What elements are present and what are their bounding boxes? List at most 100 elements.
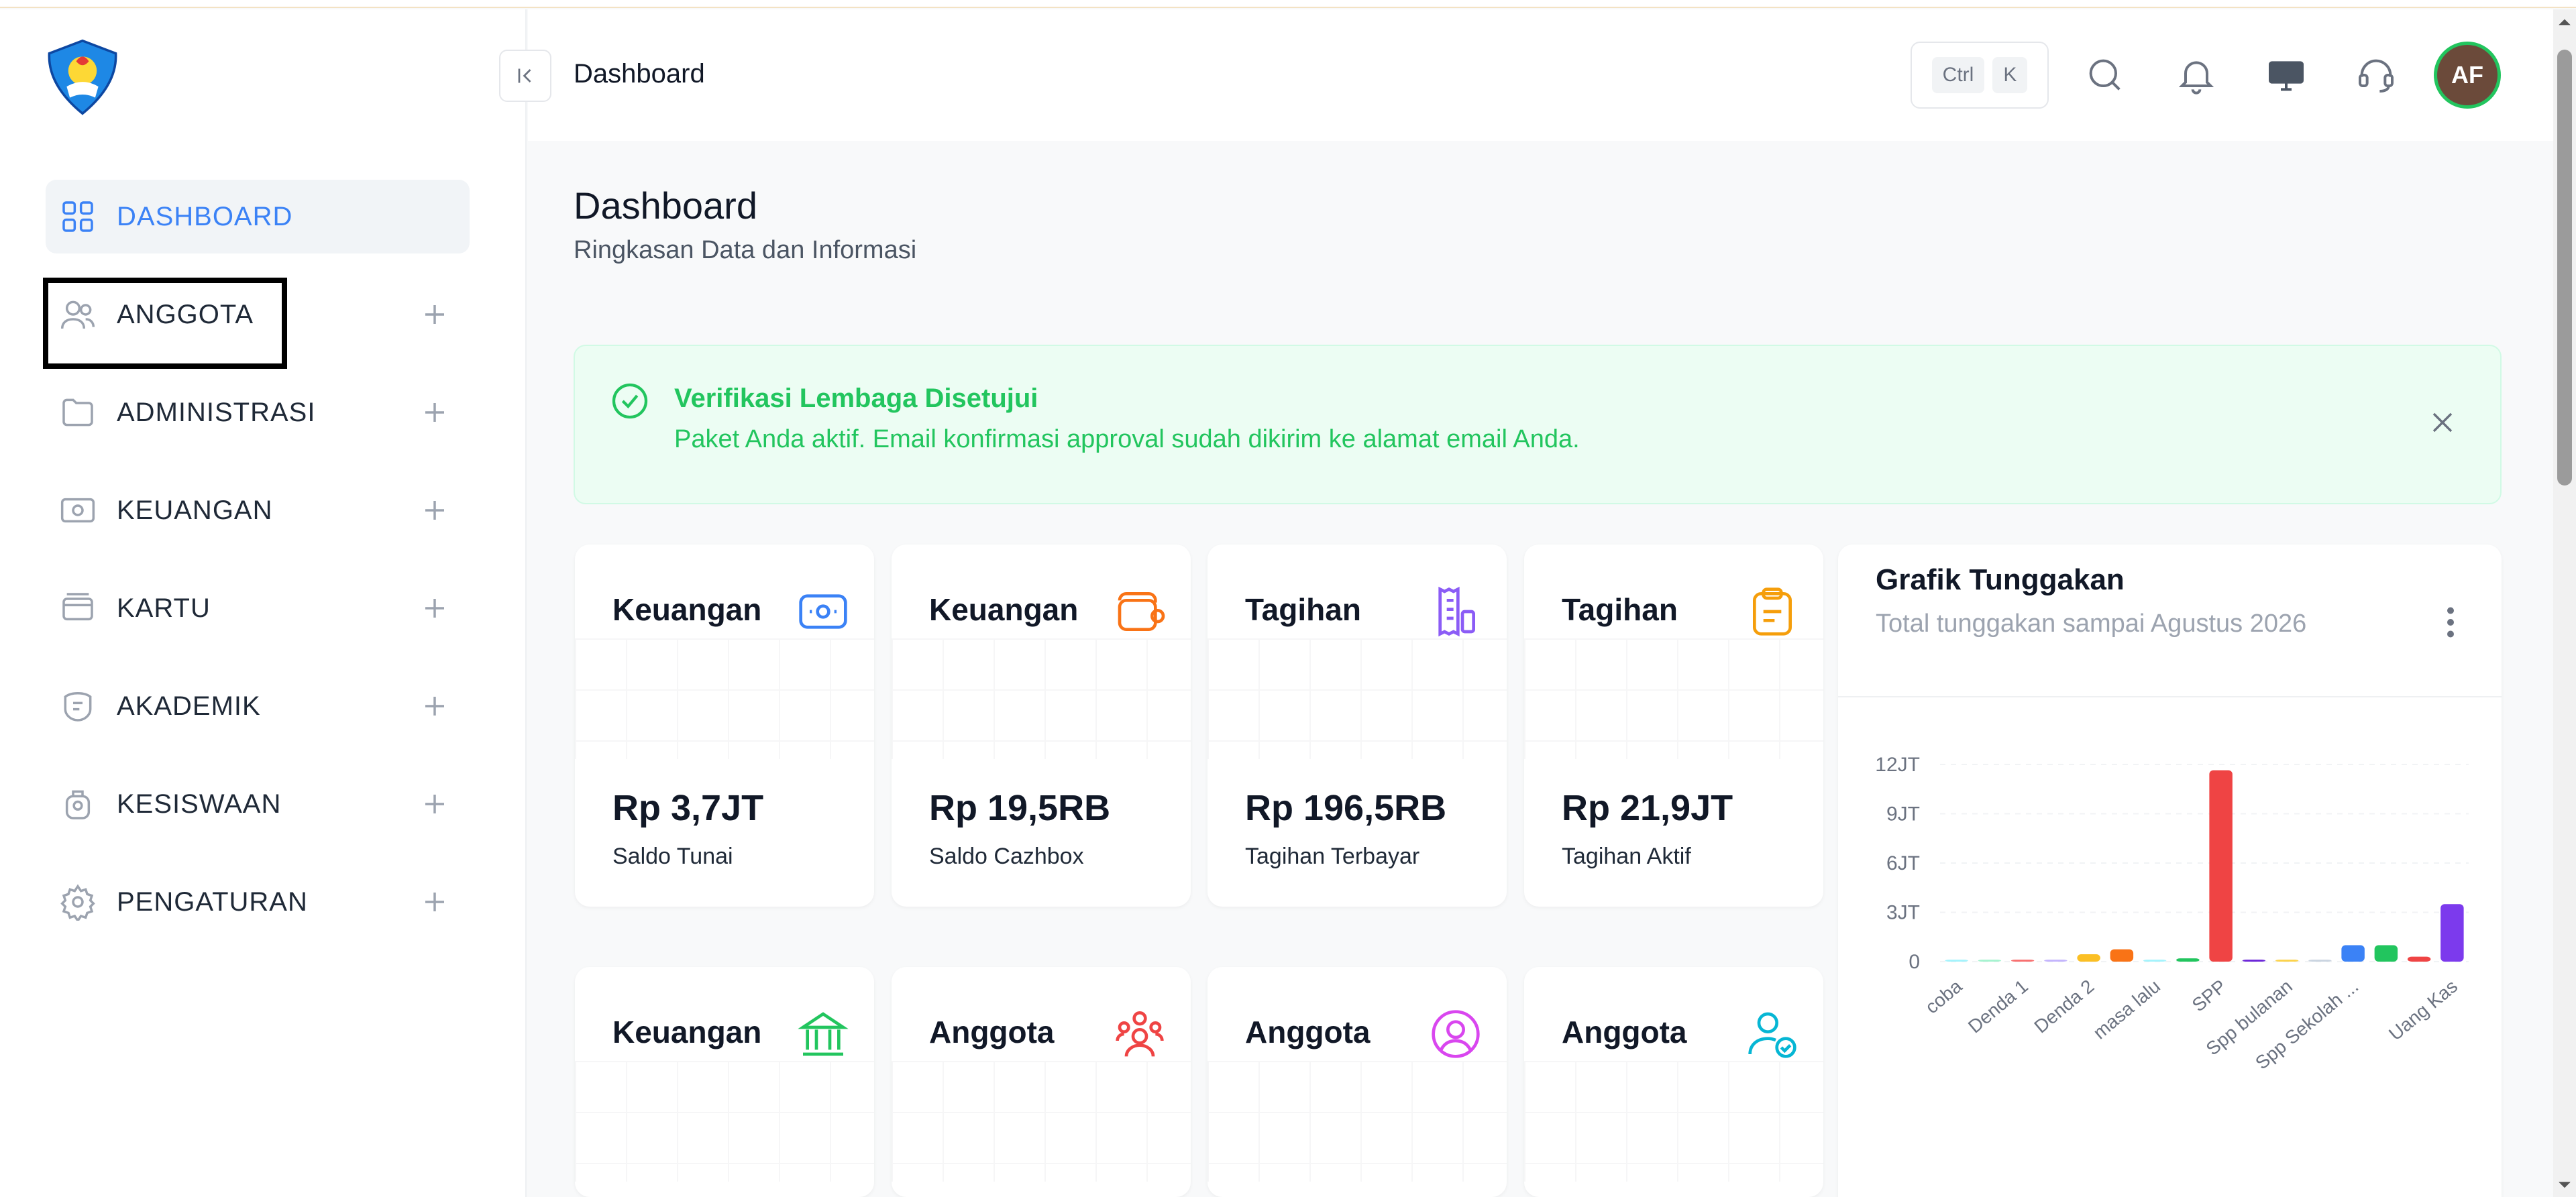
chart-bar[interactable] [2143,960,2167,962]
y-tick-label: 3JT [1886,902,1920,924]
sidebar-item-label: ADMINISTRASI [117,397,316,427]
sidebar-item-dashboard[interactable]: DASHBOARD [46,180,470,253]
expand-plus-icon[interactable] [416,883,453,921]
search-icon[interactable] [2084,54,2127,97]
gear-icon [60,884,95,921]
tut-wuri-handayani-logo[interactable] [43,38,122,117]
stat-card-tagihan-aktif[interactable]: Tagihan Rp 21,9JT Tagihan Aktif [1524,545,1823,907]
card-label: Tagihan Aktif [1562,844,1691,869]
card-pattern [1524,638,1823,759]
sidebar-item-label: KESISWAAN [117,789,282,819]
chart-bar[interactable] [2341,945,2365,962]
card-value: Rp 196,5RB [1245,788,1447,828]
expand-plus-icon[interactable] [416,394,453,431]
card-pattern [575,1061,874,1182]
card-value: Rp 21,9JT [1562,788,1733,828]
expand-plus-icon[interactable] [416,785,453,823]
chart-bar[interactable] [2407,956,2431,962]
stat-card-saldo-tunai[interactable]: Keuangan Rp 3,7JT Saldo Tunai [575,545,874,907]
page-scrollbar[interactable] [2553,9,2576,1197]
more-vertical-icon[interactable] [2437,602,2464,642]
chart-bar[interactable] [2110,949,2134,962]
user-circle-icon [1432,1010,1480,1058]
chart-bar[interactable] [2077,954,2100,962]
bell-icon[interactable] [2175,54,2218,97]
chart-subtitle: Total tunggakan sampai Agustus 2026 [1876,610,2307,638]
card-title: Tagihan [1245,592,1361,627]
command-palette-shortcut[interactable]: Ctrl K [1911,42,2049,109]
chart-bar[interactable] [2010,960,2035,962]
scroll-down-arrow-icon[interactable] [2557,1178,2572,1192]
headset-support-icon[interactable] [2355,54,2398,97]
chart-bar[interactable] [1978,960,2002,962]
scrollbar-thumb[interactable] [2557,50,2572,486]
card-pattern [1208,638,1507,759]
user-check-icon [1748,1012,1796,1058]
stat-card-anggota-check[interactable]: Anggota [1524,967,1823,1197]
chart-bar[interactable] [2308,960,2332,962]
sidebar-item-administrasi[interactable]: ADMINISTRASI [46,376,470,449]
expand-plus-icon[interactable] [416,296,453,333]
card-icon [62,593,93,621]
card-pattern [575,638,874,759]
chart-bar[interactable] [1945,960,1968,962]
page-title: Dashboard [574,184,757,227]
card-title: Keuangan [612,1015,762,1049]
sidebar-item-label: KEUANGAN [117,495,273,525]
monitor-icon[interactable] [2265,54,2308,97]
wallet-icon [1118,592,1165,631]
stat-card-anggota-group[interactable]: Anggota [892,967,1191,1197]
scroll-up-arrow-icon[interactable] [2557,15,2572,30]
close-icon[interactable] [2425,405,2460,440]
academic-icon [64,692,92,722]
collapse-sidebar-button[interactable] [499,50,551,102]
page-subtitle: Ringkasan Data dan Informasi [574,236,917,264]
collapse-left-icon [518,68,531,83]
sidebar-item-kartu[interactable]: KARTU [46,571,470,645]
clipboard-icon [1753,587,1792,636]
folder-icon [62,398,93,426]
sidebar-item-kesiswaan[interactable]: KESISWAAN [46,767,470,841]
check-circle-icon [612,383,648,419]
chart-bar[interactable] [2209,770,2233,962]
chart-bar[interactable] [2242,960,2266,962]
stat-card-tagihan-terbayar[interactable]: Tagihan Rp 196,5RB Tagihan Terbayar [1208,545,1507,907]
sidebar-item-keuangan[interactable]: KEUANGAN [46,473,470,547]
chart-bar[interactable] [2176,958,2200,962]
stat-card-keuangan[interactable]: Keuangan [575,967,874,1197]
card-title: Keuangan [929,592,1079,627]
bank-icon [798,1012,849,1056]
chart-bar[interactable] [2044,960,2068,962]
sidebar-item-akademik[interactable]: AKADEMIK [46,669,470,743]
card-label: Saldo Cazhbox [929,844,1084,869]
card-value: Rp 19,5RB [929,788,1111,828]
expand-plus-icon[interactable] [416,589,453,627]
expand-plus-icon[interactable] [416,687,453,725]
card-label: Tagihan Terbayar [1245,844,1420,869]
stat-card-saldo-cazhbox[interactable]: Keuangan Rp 19,5RB Saldo Cazhbox [892,545,1191,907]
kbd-ctrl: Ctrl [1931,57,1985,93]
y-tick-label: 6JT [1886,852,1920,874]
sidebar-item-label: PENGATURAN [117,887,308,917]
chart-bar[interactable] [2440,904,2464,962]
card-label: Saldo Tunai [612,844,733,869]
expand-plus-icon[interactable] [416,492,453,529]
user-avatar[interactable]: AF [2434,42,2501,109]
header-title: Dashboard [574,59,705,89]
sidebar-item-pengaturan[interactable]: PENGATURAN [46,865,470,939]
chart-bar[interactable] [2374,945,2398,962]
card-title: Anggota [1245,1015,1371,1049]
card-value: Rp 3,7JT [612,788,764,828]
alert-title: Verifikasi Lembaga Disetujui [674,384,1038,413]
chart-bar[interactable] [2275,960,2299,962]
student-icon [65,790,91,819]
verification-success-alert: Verifikasi Lembaga Disetujui Paket Anda … [574,345,2502,504]
receipt-icon [1438,586,1475,637]
stat-card-anggota-user[interactable]: Anggota [1208,967,1507,1197]
selection-highlight-box [43,278,287,369]
card-title: Keuangan [612,592,762,627]
sidebar-item-label: DASHBOARD [117,201,293,231]
kbd-k: K [1992,57,2028,93]
y-tick-label: 12JT [1875,754,1920,776]
card-pattern [892,1061,1191,1182]
